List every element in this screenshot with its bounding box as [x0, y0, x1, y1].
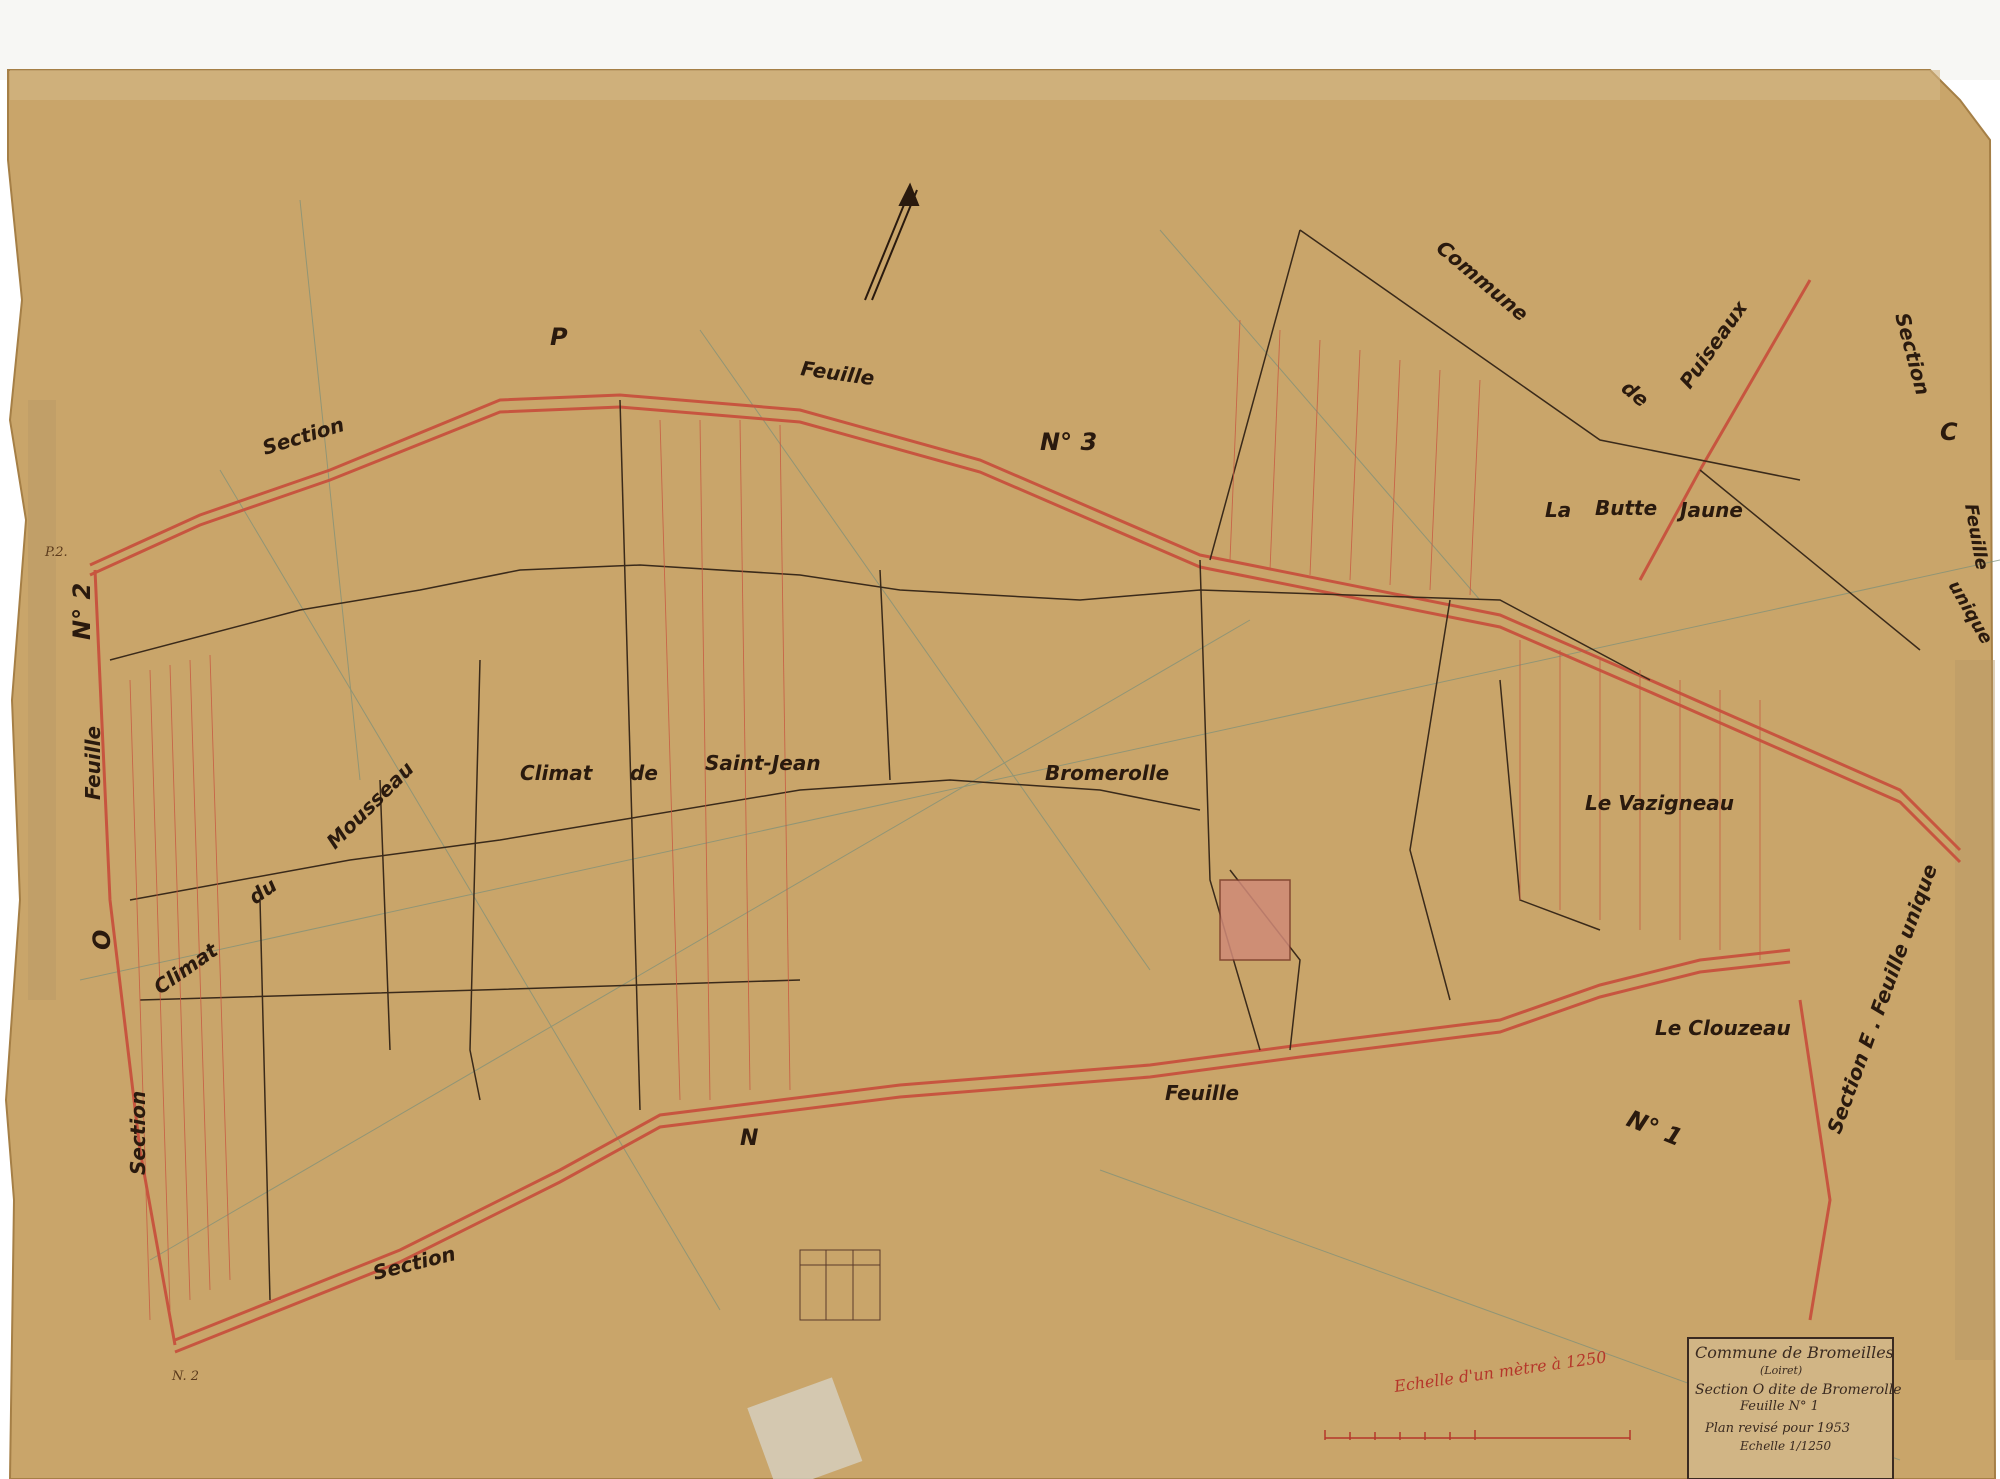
label-section-left: Section [126, 1091, 150, 1175]
label-feuille-top-num: N° 3 [1040, 428, 1097, 456]
cartouche-line-1: Commune de Bromeilles [1695, 1343, 1894, 1362]
locality-jaune: Jaune [1676, 498, 1743, 522]
label-section-right-letter: C [1940, 418, 1958, 446]
label-section-bottom-letter: N [740, 1126, 758, 1151]
cartouche-line-3: Section O dite de Bromerolle [1695, 1382, 1901, 1398]
cartouche-line-2: (Loiret) [1760, 1364, 1802, 1377]
locality-climat-2: Climat [520, 761, 594, 785]
cartouche-line-5: Plan revisé pour 1953 [1704, 1421, 1850, 1436]
label-section-left-letter: O [88, 930, 116, 950]
label-feuille-bottom: Feuille [1165, 1081, 1239, 1105]
cadastral-map: Section P Feuille N° 3 N° 2 Feuille O Se… [4, 69, 2000, 1479]
label-feuille-left: Feuille [81, 726, 105, 800]
map-sheet-view: Section P Feuille N° 3 N° 2 Feuille O Se… [0, 0, 2000, 1479]
locality-de: de [630, 761, 658, 785]
locality-le-clouzeau: Le Clouzeau [1655, 1016, 1791, 1040]
tape-strip-top [10, 70, 1940, 100]
locality-bromerolle: Bromerolle [1045, 761, 1169, 785]
paper-sheet [4, 69, 1997, 1479]
tape-strip-right [1955, 660, 1995, 1360]
locality-butte: Butte [1595, 496, 1657, 520]
locality-saint-jean: Saint-Jean [705, 751, 821, 775]
corner-mark-p2: P.2. [44, 545, 68, 560]
cartouche-line-4: Feuille N° 1 [1739, 1399, 1819, 1414]
locality-le-vazigneau: Le Vazigneau [1585, 791, 1734, 815]
cartouche: Commune de Bromeilles (Loiret) Section O… [1687, 1337, 1901, 1479]
locality-la: La [1545, 498, 1571, 522]
corner-mark-n2: N. 2 [171, 1369, 199, 1384]
hamlet-buildings [1219, 879, 1291, 961]
cartouche-line-6: Echelle 1/1250 [1739, 1439, 1831, 1453]
label-feuille-left-num: N° 2 [68, 583, 96, 640]
tape-strip-left [28, 400, 56, 1000]
label-section-top-letter: P [550, 323, 568, 351]
